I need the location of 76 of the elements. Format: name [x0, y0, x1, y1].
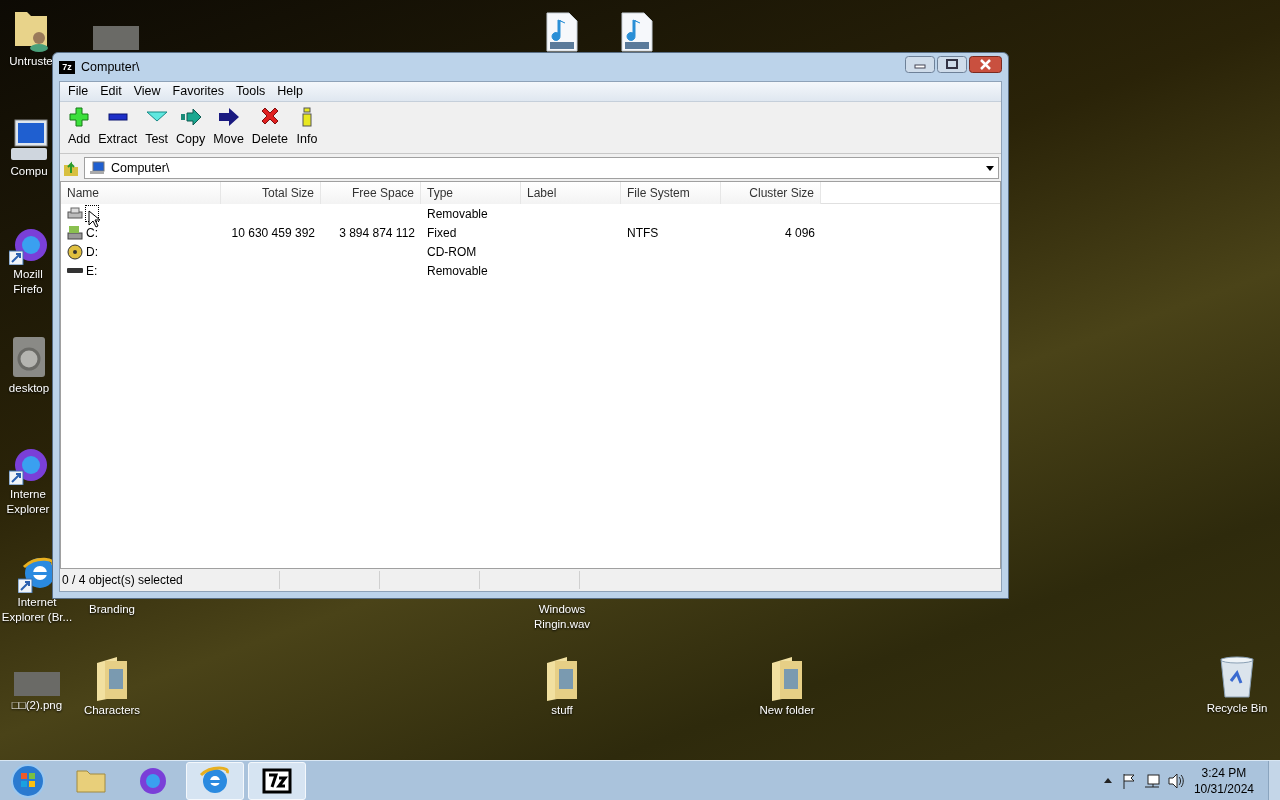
close-button[interactable] — [969, 55, 1002, 73]
app-logo-icon: 7z — [59, 60, 75, 74]
menu-item[interactable]: View — [127, 82, 167, 101]
removable-drive-icon — [67, 268, 83, 273]
desktop-icon-label[interactable]: New folder — [759, 703, 815, 718]
menu-item[interactable]: File — [62, 82, 95, 101]
dropdown-arrow-icon — [986, 165, 994, 171]
column-header[interactable]: Type — [421, 182, 521, 204]
computer-icon — [89, 161, 105, 175]
hdd-drive-icon — [67, 224, 83, 241]
toolbar-add-button[interactable]: Add — [64, 104, 95, 151]
toolbar-test-button[interactable]: Test — [141, 104, 173, 151]
desktop-icon-label[interactable]: Characters — [83, 703, 141, 718]
desktop-icon-label[interactable]: Mozill Firefo — [0, 267, 56, 297]
table-cell-text: Fixed — [427, 224, 457, 242]
drive-name[interactable]: D: — [85, 243, 99, 260]
table-cell-text: 3 894 874 112 — [339, 224, 415, 242]
toolbar-extract-button[interactable]: Extract — [94, 104, 142, 151]
music-file-icon — [621, 12, 653, 52]
flag-icon — [1121, 772, 1136, 789]
music-file-icon — [546, 12, 578, 52]
column-header[interactable]: Cluster Size — [721, 182, 821, 204]
table-cell-text: CD-ROM — [427, 243, 477, 261]
table-cell-text: Removable — [427, 205, 488, 223]
menu-item[interactable]: Favorites — [166, 82, 230, 101]
up-arrow-icon — [1103, 778, 1112, 783]
drive-name[interactable]: C: — [85, 224, 99, 241]
column-header[interactable]: Name — [61, 182, 221, 204]
show-desktop-button[interactable] — [1268, 760, 1280, 800]
desktop-icon-label[interactable]: Branding — [88, 602, 135, 617]
status-text: 0 / 4 object(s) selected — [60, 571, 280, 589]
floppy-drive-icon — [67, 205, 83, 222]
column-header[interactable]: Label — [521, 182, 621, 204]
folder-up-icon — [62, 159, 80, 177]
desktop-icon-label[interactable]: Internet Explorer (Br... — [0, 595, 74, 625]
trash-bin-icon — [1219, 655, 1255, 699]
desktop-icon-label[interactable]: desktop — [8, 381, 50, 396]
address-field[interactable]: Computer\ — [84, 157, 999, 179]
table-cell-text: 10 630 459 392 — [231, 224, 315, 242]
window-title: Computer\ — [81, 58, 140, 76]
clock-date[interactable]: 10/31/2024 — [1193, 780, 1254, 797]
drive-name[interactable]: E: — [85, 262, 99, 279]
table-cell-text: 4 096 — [784, 224, 815, 242]
menu-item[interactable]: Tools — [230, 82, 272, 101]
toolbar-delete-button[interactable]: Delete — [247, 104, 292, 151]
photo-placeholder — [93, 26, 139, 50]
menu-item[interactable]: Help — [271, 82, 309, 101]
column-header[interactable]: File System — [621, 182, 721, 204]
desktop-icon-label[interactable]: Windows Ringin.wav — [522, 602, 602, 632]
desktop-icon-label[interactable]: Untruste — [9, 54, 53, 69]
desktop-icon-label[interactable]: stuff — [551, 703, 573, 718]
computer-icon — [9, 118, 49, 162]
taskbar-button[interactable] — [248, 761, 306, 800]
menu-item[interactable]: Edit — [94, 82, 128, 101]
photo-placeholder — [14, 672, 60, 696]
column-header[interactable]: Free Space — [321, 182, 421, 204]
folder-icon — [770, 655, 804, 701]
cdrom-drive-icon — [67, 243, 83, 260]
toolbar-copy-button[interactable]: Copy — [172, 104, 210, 151]
toolbar-info-button[interactable]: Info — [292, 104, 322, 151]
toolbar-move-button[interactable]: Move — [209, 104, 248, 151]
move-icon — [217, 106, 240, 129]
maximize-button[interactable] — [937, 55, 967, 73]
table-cell-text: Removable — [427, 262, 488, 280]
desktop-icon-label[interactable]: Compu — [10, 164, 48, 179]
folder-icon — [95, 655, 129, 701]
column-header[interactable]: Total Size — [221, 182, 321, 204]
folder-icon — [545, 655, 579, 701]
volume-icon — [1167, 772, 1184, 789]
desktop-icon-label[interactable]: □□(2).png — [11, 698, 63, 713]
clock-time[interactable]: 3:24 PM — [1201, 764, 1247, 781]
table-cell-text: NTFS — [627, 224, 659, 242]
desktop-icon-label[interactable]: Recycle Bin — [1206, 701, 1268, 716]
add-icon — [68, 106, 91, 129]
desktop-icon-label[interactable]: Interne Explorer — [0, 487, 56, 517]
network-icon — [1143, 772, 1160, 789]
